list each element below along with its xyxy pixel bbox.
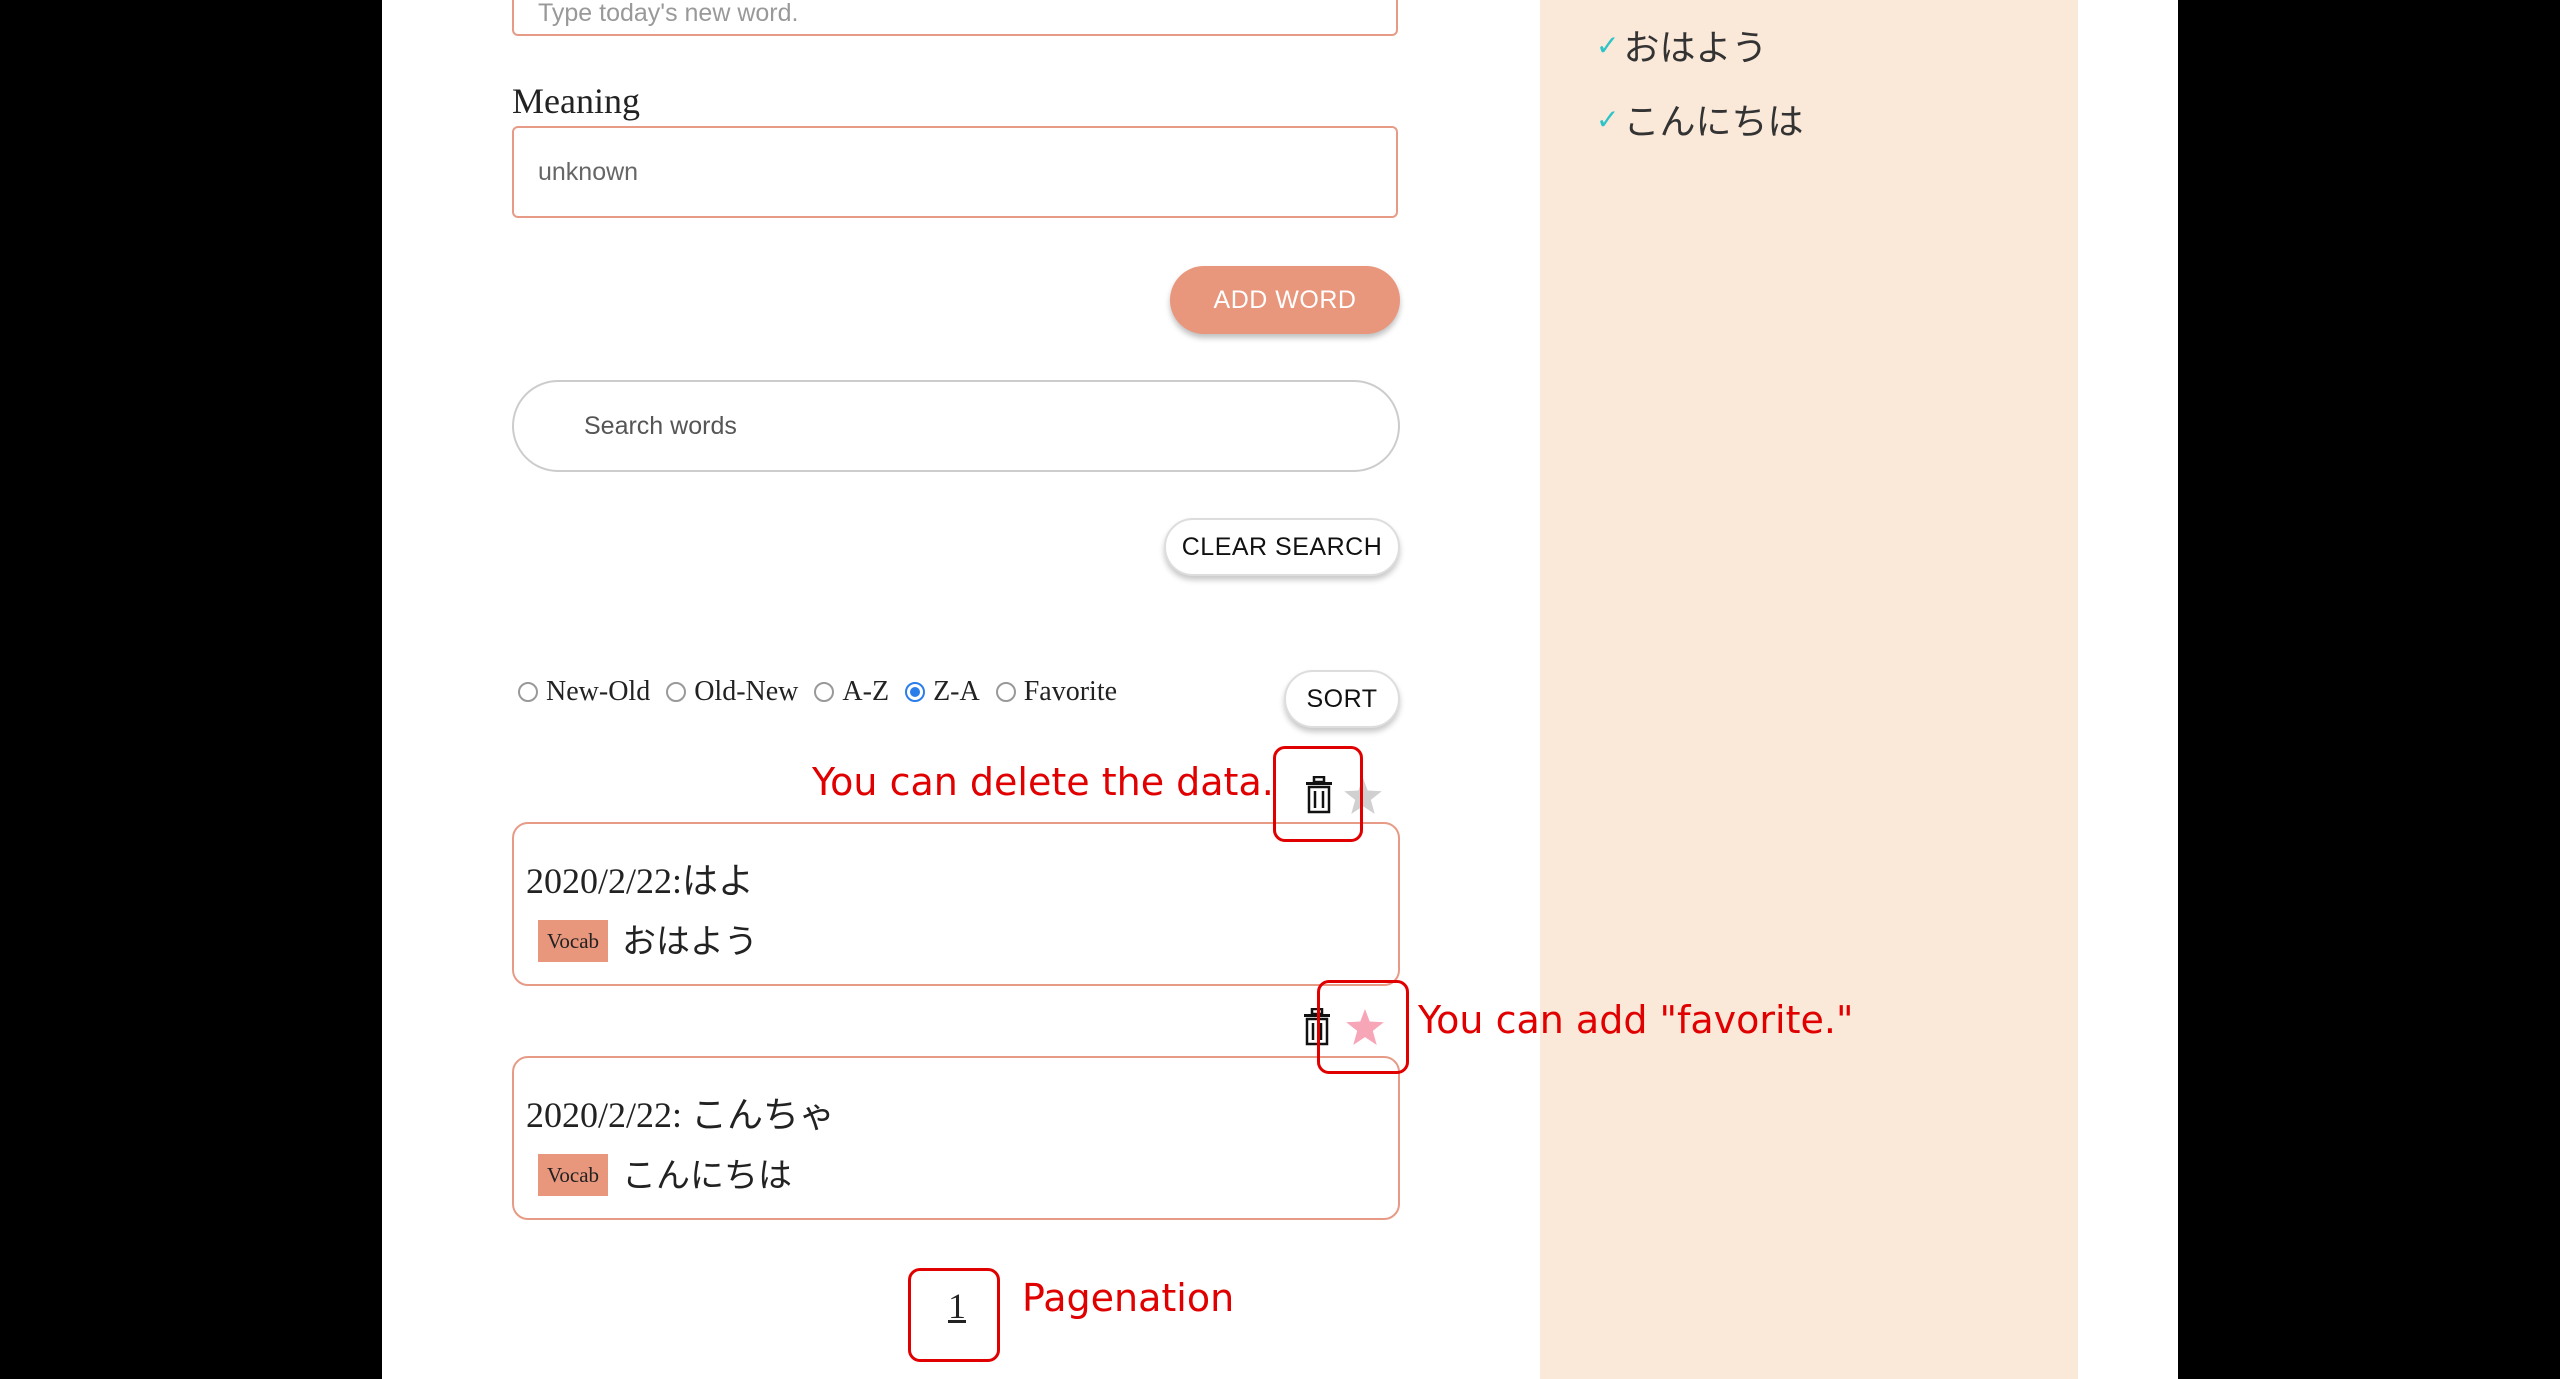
sidebar-item: ✓ おはよう [1596,20,1767,70]
sort-option-favorite[interactable]: Favorite [995,676,1118,708]
meaning-input-value: unknown [538,157,639,186]
sort-label: SORT [1306,684,1378,713]
vocab-tag: Vocab [538,920,608,962]
sidebar-item-label: こんにちは [1623,102,1804,143]
sidebar-item-label: おはよう [1623,28,1768,69]
sort-options: New-Old Old-New A-Z Z-A Favorite [518,676,1133,708]
sort-option-a-z[interactable]: A-Z [814,676,889,708]
annotation-pagination: Pagenation [1022,1276,1235,1320]
vocab-tag: Vocab [538,1154,608,1196]
page: Type today's new word. Meaning unknown A… [382,0,2178,1379]
annotation-favorite-box [1317,980,1409,1074]
sort-label-new-old: New-Old [546,676,651,707]
annotation-delete-box [1273,746,1363,842]
card-word: こんにちは [622,1156,792,1196]
add-word-label: ADD WORD [1213,285,1357,314]
search-input[interactable]: Search words [512,380,1400,472]
card-word: おはよう [622,922,758,962]
annotation-pagination-box [908,1268,1000,1362]
meaning-label: Meaning [512,81,640,121]
annotation-delete: You can delete the data. [812,760,1274,804]
sort-label-old-new: Old-New [694,676,799,707]
check-icon: ✓ [1596,28,1620,62]
word-input[interactable]: Type today's new word. [512,0,1398,36]
sort-button[interactable]: SORT [1284,670,1400,728]
radio-a-z[interactable] [814,682,835,702]
radio-favorite[interactable] [995,682,1016,702]
sort-label-favorite: Favorite [1023,676,1118,707]
sort-option-old-new[interactable]: Old-New [666,676,798,708]
sidebar-item: ✓ こんにちは [1596,94,1803,144]
radio-new-old[interactable] [518,682,538,702]
sort-option-z-a[interactable]: Z-A [905,676,980,708]
radio-z-a[interactable] [905,682,926,702]
add-word-button[interactable]: ADD WORD [1170,266,1400,334]
card-title: 2020/2/22: こんちゃ [526,1095,836,1135]
sort-label-a-z: A-Z [842,676,890,707]
clear-search-label: CLEAR SEARCH [1181,532,1383,561]
word-card[interactable]: 2020/2/22:はよ Vocab おはよう [512,822,1400,986]
sort-option-new-old[interactable]: New-Old [518,676,650,708]
sidebar: ✓ おはよう ✓ こんにちは [1540,0,2078,1379]
sort-label-z-a: Z-A [933,676,980,707]
card-title: 2020/2/22:はよ [526,861,755,901]
search-placeholder: Search words [584,411,737,440]
check-icon: ✓ [1596,102,1620,136]
clear-search-button[interactable]: CLEAR SEARCH [1164,518,1400,576]
annotation-favorite: You can add "favorite." [1418,998,1854,1042]
meaning-input[interactable]: unknown [512,126,1398,218]
word-input-placeholder: Type today's new word. [538,0,799,27]
word-card[interactable]: 2020/2/22: こんちゃ Vocab こんにちは [512,1056,1400,1220]
radio-old-new[interactable] [666,682,687,702]
